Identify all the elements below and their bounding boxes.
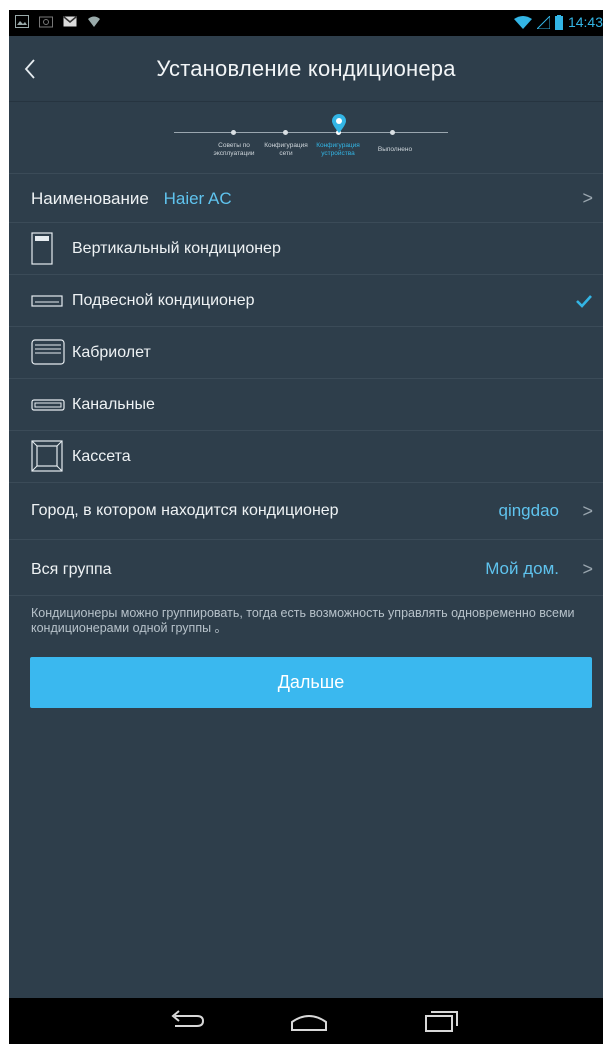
group-value: Мой дом. [485, 559, 559, 578]
recents-nav-icon[interactable] [421, 1008, 461, 1034]
step-dot-2 [283, 130, 288, 135]
photo-icon [39, 16, 53, 28]
system-nav-bar [9, 998, 603, 1044]
signal-icon [536, 15, 550, 29]
city-label: Город, в котором находится кондиционер [31, 502, 339, 519]
name-row[interactable]: Наименование Haier AC > [9, 174, 603, 223]
app-header: Установление кондиционера [9, 36, 603, 102]
step-label-1: Советы по эксплуатации [213, 142, 255, 157]
clock: 14:43 [567, 14, 603, 30]
cabriolet-ac-icon [31, 339, 65, 365]
ac-type-label: Кабриолет [72, 344, 151, 361]
next-button[interactable]: Дальше [30, 657, 592, 708]
chevron-right-icon: > [582, 188, 593, 208]
city-row[interactable]: Город, в котором находится кондиционер q… [9, 483, 603, 540]
ac-type-label: Кассета [72, 448, 131, 465]
city-value: qingdao [498, 501, 559, 520]
ac-type-cabriolet[interactable]: Кабриолет [9, 327, 603, 379]
name-label: Наименование Haier AC [31, 189, 232, 208]
name-value: Haier AC [163, 189, 232, 208]
chevron-right-icon: > [582, 559, 593, 579]
wifi-icon [513, 15, 532, 29]
ac-type-label: Канальные [72, 396, 155, 413]
app-screen: 14:43 Установление кондиционера Советы п… [9, 10, 603, 1044]
gmail-icon [63, 16, 77, 27]
step-label-2: Конфигурация сети [264, 142, 308, 157]
progress-stepper: Советы по эксплуатации Конфигурация сети К… [9, 102, 603, 174]
ac-type-wall[interactable]: Подвесной кондиционер [9, 275, 603, 327]
ac-type-cassette[interactable]: Кассета [9, 431, 603, 483]
cassette-ac-icon [31, 440, 63, 472]
back-nav-icon[interactable] [167, 1008, 207, 1034]
ac-type-duct[interactable]: Канальные [9, 379, 603, 431]
group-hint-text: Кондиционеры можно группировать, тогда е… [31, 606, 575, 635]
step-label-4: Выполнено [377, 146, 413, 153]
wall-ac-icon [31, 295, 63, 307]
step-dot-4 [390, 130, 395, 135]
step-label-3: Конфигурация устройства [316, 142, 360, 157]
chevron-right-icon: > [582, 501, 593, 521]
gallery-icon [15, 15, 29, 28]
checkmark-icon [576, 295, 592, 308]
battery-icon [554, 14, 563, 30]
step-dot-1 [231, 130, 236, 135]
group-label: Вся группа [31, 561, 112, 578]
ac-type-label: Вертикальный кондиционер [72, 240, 281, 257]
group-row[interactable]: Вся группа Мой дом. > [9, 540, 603, 596]
stepper-line [174, 132, 448, 133]
status-bar: 14:43 [9, 10, 603, 36]
ac-type-vertical[interactable]: Вертикальный кондиционер [9, 223, 603, 275]
vertical-ac-icon [31, 232, 53, 265]
notification-icons [15, 15, 101, 28]
page-title: Установление кондиционера [156, 56, 456, 81]
system-status: 14:43 [513, 14, 603, 30]
home-nav-icon[interactable] [289, 1008, 329, 1034]
ac-type-label: Подвесной кондиционер [72, 292, 255, 309]
location-pin-icon [332, 114, 346, 133]
duct-ac-icon [31, 399, 65, 411]
wifi-notification-icon [88, 16, 100, 27]
